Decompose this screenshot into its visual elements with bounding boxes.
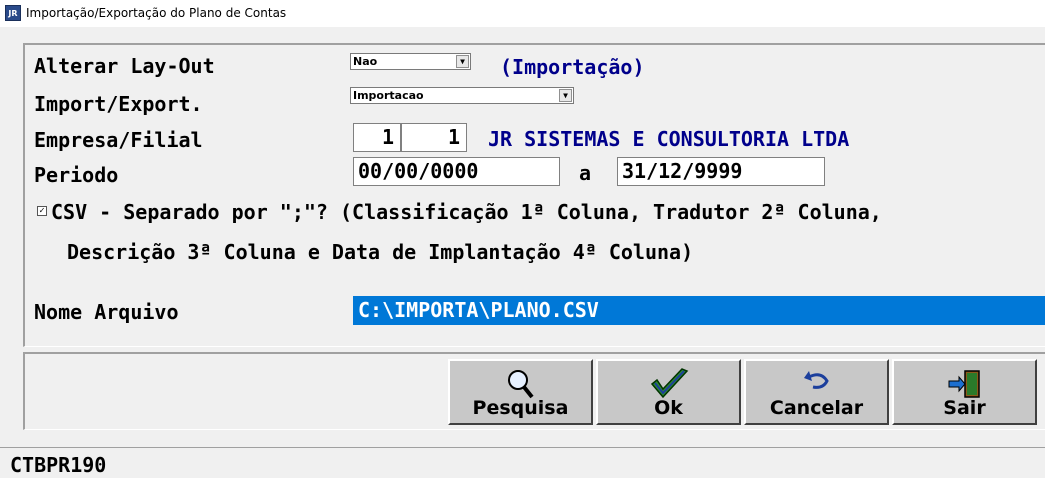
- period-label: Periodo: [34, 163, 119, 187]
- import-export-select[interactable]: Importacao ▼: [350, 87, 574, 104]
- cancel-button-label: Cancelar: [769, 397, 864, 419]
- branch-code-field[interactable]: 1: [401, 123, 467, 152]
- undo-icon: [803, 371, 829, 389]
- import-export-select-value: Importacao: [353, 89, 424, 102]
- search-icon: [507, 370, 534, 399]
- layout-select[interactable]: Nao ▼: [350, 53, 471, 70]
- period-end-field[interactable]: 31/12/9999: [617, 157, 825, 186]
- search-button-label: Pesquisa: [472, 397, 569, 419]
- file-name-field[interactable]: C:\IMPORTA\PLANO.CSV: [353, 296, 1045, 325]
- company-code-field[interactable]: 1: [353, 123, 401, 152]
- status-bar: CTBPR190: [0, 447, 1045, 478]
- company-label: Empresa/Filial: [34, 128, 203, 152]
- period-start-field[interactable]: 00/00/0000: [353, 157, 560, 186]
- checkmark-icon: [650, 368, 688, 399]
- ok-button-label: Ok: [654, 397, 683, 419]
- file-label: Nome Arquivo: [34, 300, 179, 324]
- csv-checkbox[interactable]: ✓: [37, 206, 47, 216]
- dropdown-arrow-icon[interactable]: ▼: [456, 55, 469, 68]
- exit-button[interactable]: Sair: [892, 359, 1037, 425]
- period-separator: a: [579, 161, 592, 185]
- app-icon[interactable]: JR: [5, 5, 21, 21]
- program-code: CTBPR190: [10, 453, 107, 477]
- ok-button[interactable]: Ok: [596, 359, 741, 425]
- exit-button-label: Sair: [943, 397, 986, 419]
- search-button[interactable]: Pesquisa: [448, 359, 593, 425]
- csv-label-line2: Descrição 3ª Coluna e Data de Implantaçã…: [67, 240, 694, 264]
- dropdown-arrow-icon[interactable]: ▼: [559, 89, 572, 102]
- company-name: JR SISTEMAS E CONSULTORIA LTDA: [488, 127, 850, 151]
- mode-indicator: (Importação): [500, 55, 645, 79]
- exit-door-icon: [948, 370, 980, 398]
- layout-select-value: Nao: [353, 55, 378, 68]
- import-export-label: Import/Export.: [34, 92, 203, 116]
- csv-label-line1: CSV - Separado por ";"? (Classificação 1…: [51, 200, 882, 224]
- window-title: Importação/Exportação do Plano de Contas: [26, 6, 287, 20]
- title-bar: JR Importação/Exportação do Plano de Con…: [0, 0, 1045, 27]
- layout-label: Alterar Lay-Out: [34, 54, 215, 78]
- cancel-button[interactable]: Cancelar: [744, 359, 889, 425]
